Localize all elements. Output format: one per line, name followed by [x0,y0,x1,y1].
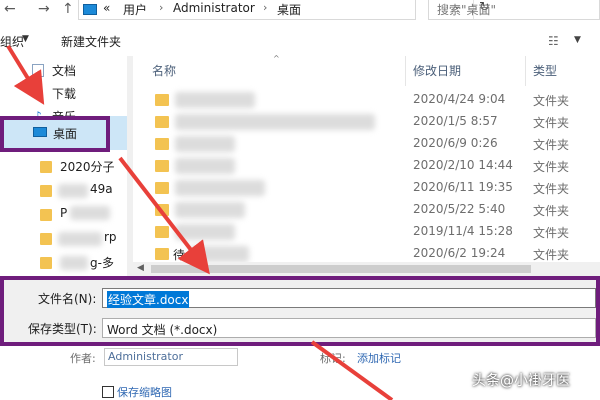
desktop-highlight-box [0,116,110,152]
author-label: 作者: [70,352,96,365]
filetype-select[interactable]: Word 文档 (*.docx) [102,318,596,338]
nav-folder-label[interactable]: P [60,206,67,220]
breadcrumb-overflow[interactable]: « [103,1,110,15]
add-tags-link[interactable]: 添加标记 [357,350,401,366]
file-row-date: 2020/4/24 9:04 [413,92,506,106]
new-folder-button[interactable]: 新建文件夹 [61,33,121,50]
search-placeholder: 搜索"桌面" [437,3,497,17]
file-row-type: 文件夹 [533,94,570,108]
filetype-label: 保存类型(T): [28,322,97,336]
folder-icon [40,185,52,197]
breadcrumb-administrator[interactable]: Administrator [173,1,255,15]
breadcrumb-desktop[interactable]: 桌面 [277,1,301,18]
column-header-type[interactable]: 类型 [533,62,557,79]
tags-label: 标记: [320,352,346,365]
back-arrow-icon[interactable]: ← [4,0,16,20]
address-bar: ← → ↑ « 用户 › Administrator › 桌面 ⌄ ↻ 搜索"桌… [0,0,600,22]
up-arrow-icon[interactable]: ↑ [62,0,74,20]
file-row-type: 文件夹 [533,160,570,174]
scroll-left-icon[interactable]: ◀ [137,263,144,273]
save-form-panel: 文件名(N): 经验文章.docx 保存类型(T): Word 文档 (*.do… [0,276,600,346]
file-row-date: 2020/1/5 8:57 [413,114,498,128]
nav-item-label: 下载 [52,87,77,101]
save-thumbnail-checkbox[interactable] [102,386,114,398]
nav-folder-label[interactable]: 2020分子 [60,158,115,175]
breadcrumb-separator: › [263,1,268,14]
save-thumbnail-label[interactable]: 保存缩略图 [117,384,172,400]
file-row-name: 待 [173,248,186,262]
folder-icon [40,161,52,173]
file-row[interactable]: 2020/6/9 0:26 文件夹 [133,133,600,155]
column-header-date[interactable]: 修改日期 [413,62,461,79]
computer-icon [83,4,97,15]
file-row-date: 2020/5/22 5:40 [413,202,506,216]
forward-arrow-icon[interactable]: → [38,0,50,20]
nav-item-label: 文档 [52,64,77,78]
folder-icon [40,209,52,221]
folder-icon [40,257,52,269]
file-row[interactable]: 2019/11/4 15:28 文件夹 [133,221,600,243]
file-row-type: 文件夹 [533,116,570,130]
file-row[interactable]: 2020/1/5 8:57 文件夹 [133,111,600,133]
file-row[interactable]: 2020/5/22 5:40 文件夹 [133,199,600,221]
organize-dropdown-icon[interactable]: ▼ [22,34,29,44]
file-row-date: 2020/6/2 19:24 [413,246,506,260]
author-value: Administrator [108,350,183,363]
scrollbar-thumb[interactable] [151,265,531,273]
breadcrumb-separator: › [159,1,164,14]
file-row-date: 2020/6/11 19:35 [413,180,513,194]
folder-icon [155,116,169,128]
file-row-type: 文件夹 [533,182,570,196]
address-box[interactable]: « 用户 › Administrator › 桌面 ⌄ ↻ [78,0,490,20]
file-row[interactable]: 2020/4/24 9:04 文件夹 [133,89,600,111]
file-row-date: 2020/6/9 0:26 [413,136,498,150]
file-row-date: 2019/11/4 15:28 [413,224,513,238]
view-dropdown-icon[interactable]: ▼ [574,35,581,45]
folder-icon [155,94,169,106]
file-row-type: 文件夹 [533,138,570,152]
organize-button[interactable]: 组织 [0,33,24,50]
view-options-icon[interactable]: ☷ [548,34,559,48]
author-input[interactable]: Administrator [104,348,238,366]
column-header-name[interactable]: 名称 [152,62,176,79]
file-row[interactable]: 2020/6/11 19:35 文件夹 [133,177,600,199]
filename-input[interactable]: 经验文章.docx [102,288,596,308]
download-icon: ↓ [32,85,44,101]
filename-value: 经验文章.docx [107,291,190,308]
document-icon [32,64,44,77]
file-row-type: 文件夹 [533,248,570,262]
watermark-text: 头条@小褂牙医 [472,373,570,389]
file-row-type: 文件夹 [533,226,570,240]
nav-folder-label[interactable]: rp [104,230,117,244]
folder-icon [155,182,169,194]
horizontal-scrollbar[interactable]: ◀ [133,262,600,276]
search-input[interactable]: 搜索"桌面" [428,0,600,20]
filetype-value: Word 文档 (*.docx) [107,323,218,337]
folder-icon [155,160,169,172]
file-list: 名称 ^ 修改日期 类型 2020/4/24 9:04 文件夹 2020/1/5… [133,54,600,262]
file-row-type: 文件夹 [533,204,570,218]
filename-label: 文件名(N): [38,292,97,306]
folder-icon [155,226,169,238]
nav-folder-label[interactable]: g-多 [90,254,114,271]
file-row[interactable]: 2020/2/10 14:44 文件夹 [133,155,600,177]
folder-icon [155,248,169,260]
toolbar: 组织 ▼ 新建文件夹 ☷ ▼ [0,30,600,54]
file-row-date: 2020/2/10 14:44 [413,158,513,172]
folder-icon [155,204,169,216]
folder-icon [155,138,169,150]
sort-indicator-icon: ^ [273,54,280,63]
breadcrumb-users[interactable]: 用户 [123,1,147,18]
nav-folder-label[interactable]: 49a [90,182,113,196]
folder-icon [40,233,52,245]
